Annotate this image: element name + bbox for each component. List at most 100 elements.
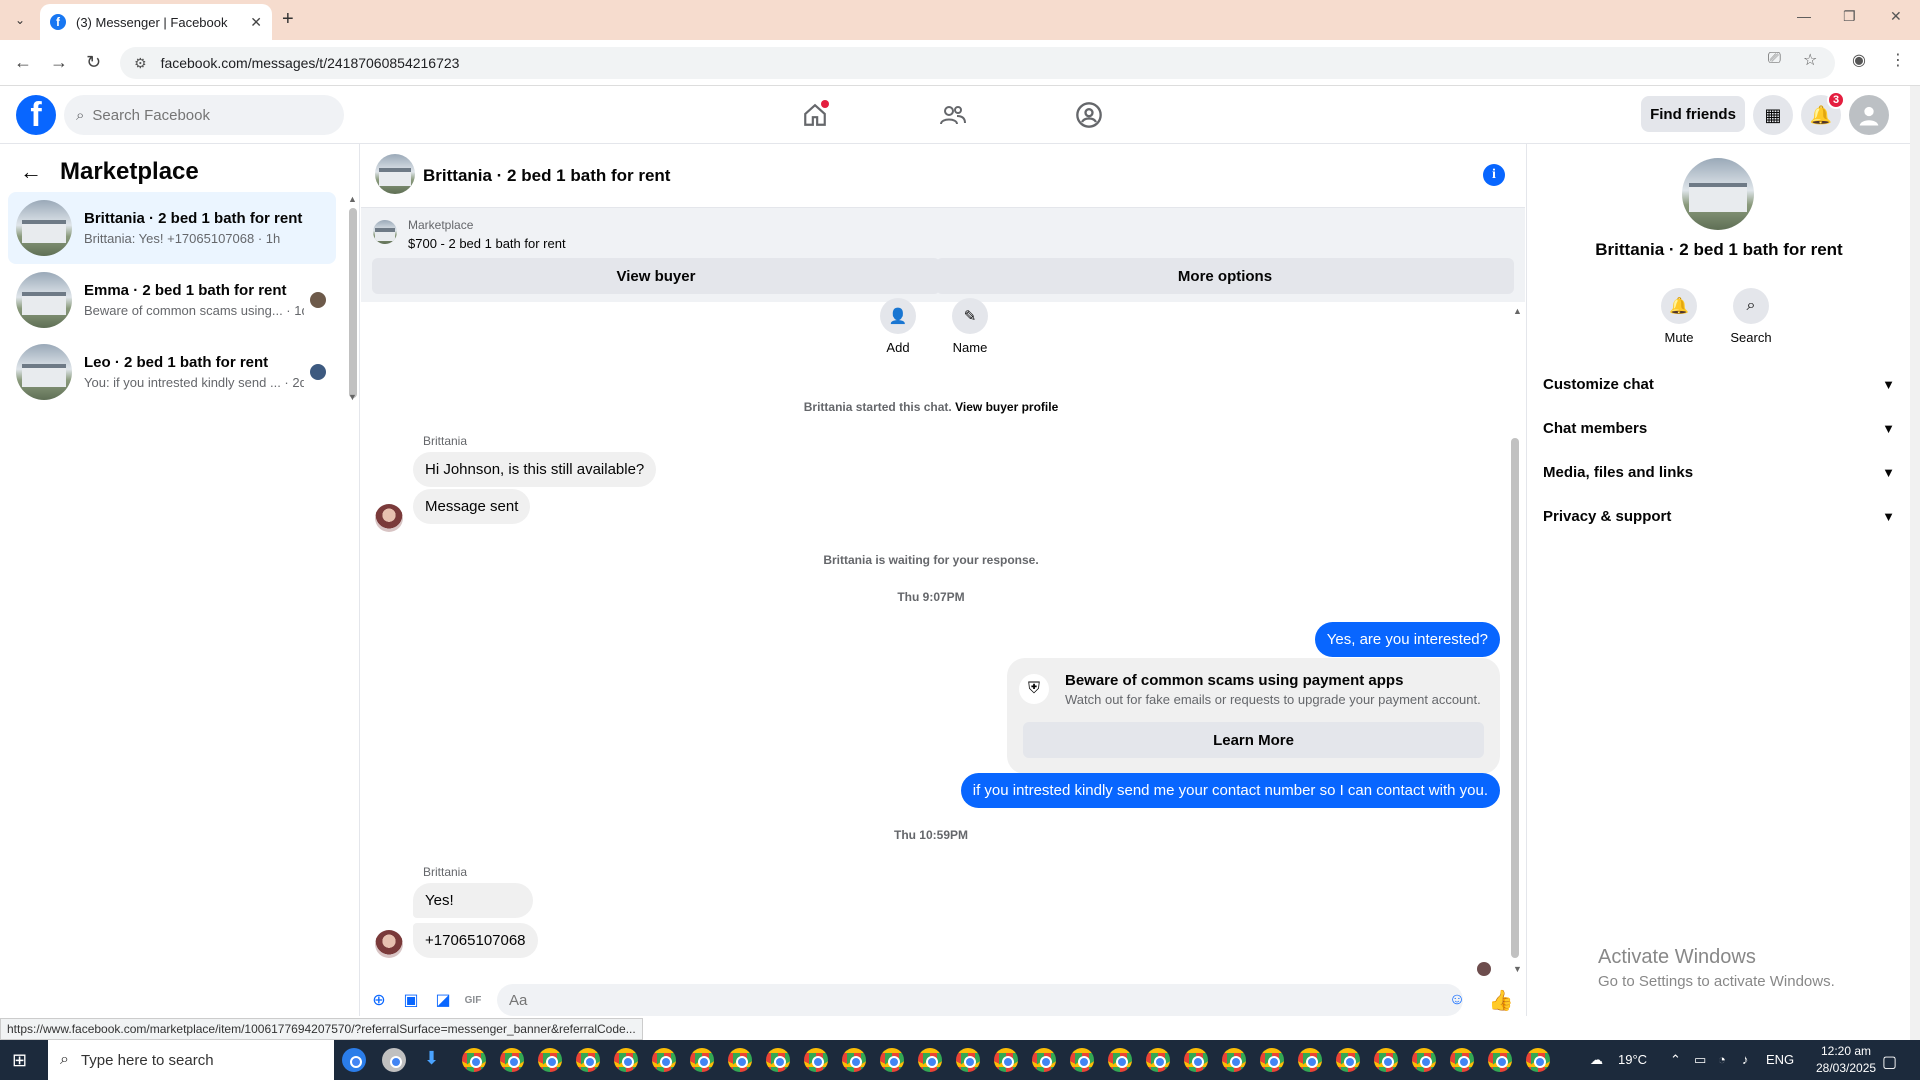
sender-avatar[interactable] [375,930,403,958]
windows-start-icon[interactable]: ⊞ [12,1050,27,1071]
profile-icon[interactable]: ◉ [1852,50,1866,70]
chrome-icon[interactable] [614,1048,638,1072]
gif-icon[interactable]: GIF [463,990,483,1010]
message-input[interactable] [497,984,1463,1016]
chrome-icon[interactable] [1222,1048,1246,1072]
edge-icon[interactable] [342,1048,366,1072]
chat-profile-image[interactable] [1682,158,1754,230]
chrome-icon[interactable] [500,1048,524,1072]
chrome-icon[interactable] [1184,1048,1208,1072]
conversation-item[interactable]: Brittania · 2 bed 1 bath for rent Britta… [8,192,336,264]
chrome-icon[interactable] [652,1048,676,1072]
back-arrow-icon[interactable]: ← [20,159,42,185]
learn-more-button[interactable]: Learn More [1023,722,1484,758]
chrome-icon[interactable] [1526,1048,1550,1072]
app-icon[interactable] [382,1048,406,1072]
incoming-message[interactable]: Yes! [413,883,533,918]
view-buyer-button[interactable]: View buyer [372,258,940,294]
sender-avatar[interactable] [375,504,403,532]
new-tab-icon[interactable]: + [282,8,294,31]
bookmark-star-icon[interactable]: ☆ [1803,50,1817,70]
chrome-icon[interactable] [1108,1048,1132,1072]
media-files-links-row[interactable]: Media, files and links ▼ [1543,452,1895,492]
incoming-message[interactable]: Hi Johnson, is this still available? [413,452,657,487]
chrome-icon[interactable] [1298,1048,1322,1072]
home-icon[interactable] [797,98,833,132]
weather-temp[interactable]: 19°C [1618,1052,1647,1067]
language-indicator[interactable]: ENG [1766,1052,1794,1067]
chrome-icon[interactable] [1412,1048,1436,1072]
facebook-search[interactable]: ⌕ [64,95,344,135]
chrome-icon[interactable] [1488,1048,1512,1072]
tray-overflow-icon[interactable]: ⌃ [1670,1052,1681,1068]
chrome-icon[interactable] [1032,1048,1056,1072]
find-friends-button[interactable]: Find friends [1641,96,1745,132]
chrome-icon[interactable] [462,1048,486,1072]
sidebar-scrollbar[interactable] [349,208,357,398]
banner-listing[interactable]: $700 - 2 bed 1 bath for rent [408,236,566,251]
chat-avatar[interactable] [375,154,415,194]
name-chat-button[interactable]: ✎ Name [940,298,1000,355]
chrome-icon[interactable] [538,1048,562,1072]
info-icon[interactable]: i [1483,164,1505,186]
chrome-icon[interactable] [1260,1048,1284,1072]
chrome-icon[interactable] [690,1048,714,1072]
sticker-icon[interactable]: ◪ [433,990,453,1010]
network-icon[interactable]: ▭ [1694,1052,1706,1068]
chrome-icon[interactable] [804,1048,828,1072]
chrome-icon[interactable] [956,1048,980,1072]
chat-scrollbar[interactable] [1511,438,1519,958]
chat-members-row[interactable]: Chat members ▼ [1543,408,1895,448]
plus-circle-icon[interactable]: ⊕ [369,990,389,1010]
incoming-message[interactable]: +17065107068 [413,923,538,958]
photo-icon[interactable]: ▣ [401,990,421,1010]
incoming-message[interactable]: Message sent [413,489,531,524]
install-app-icon[interactable]: ⎚ [1768,50,1781,68]
notification-center-icon[interactable]: ▢ [1882,1052,1897,1072]
chrome-icon[interactable] [728,1048,752,1072]
chrome-icon[interactable] [1146,1048,1170,1072]
thumbs-up-icon[interactable]: 👍 [1489,990,1514,1012]
emoji-icon[interactable]: ☺ [1447,990,1467,1010]
scroll-up-icon[interactable]: ▲ [348,194,357,204]
add-people-button[interactable]: 👤 Add [868,298,928,355]
taskbar-clock[interactable]: 12:20 am 28/03/2025 [1816,1043,1876,1077]
wifi-icon[interactable]: ◔ [1718,1052,1726,1067]
chat-scroll-up-icon[interactable]: ▲ [1513,306,1522,316]
facebook-search-input[interactable] [92,106,293,124]
minimize-icon[interactable]: — [1797,8,1811,24]
notifications-bell-icon[interactable]: 🔔 3 [1801,91,1845,135]
conversation-item[interactable]: Leo · 2 bed 1 bath for rent You: if you … [8,336,336,408]
chrome-icon[interactable] [842,1048,866,1072]
reload-icon[interactable]: ↻ [86,52,101,73]
page-scrollbar[interactable] [1910,86,1920,1040]
chat-scroll-down-icon[interactable]: ▼ [1513,964,1522,974]
mute-button[interactable]: 🔔 Mute [1649,288,1709,345]
forward-icon[interactable]: → [50,52,68,73]
more-options-button[interactable]: More options [936,258,1514,294]
friends-icon[interactable] [935,98,971,132]
browser-tab-messenger[interactable]: f (3) Messenger | Facebook ✕ [40,4,272,40]
tab-list-chevron-icon[interactable]: ⌄ [8,8,32,32]
groups-icon[interactable] [1071,98,1107,132]
download-icon[interactable]: ⬇ [424,1048,439,1069]
address-bar[interactable]: ⚙ facebook.com/messages/t/24187060854216… [120,47,1835,79]
scroll-down-icon[interactable]: ▼ [348,392,357,402]
weather-icon[interactable]: ☁ [1590,1052,1603,1068]
site-info-icon[interactable]: ⚙ [134,55,147,72]
privacy-support-row[interactable]: Privacy & support ▼ [1543,496,1895,536]
chrome-icon[interactable] [1070,1048,1094,1072]
chrome-icon[interactable] [576,1048,600,1072]
conversation-item[interactable]: Emma · 2 bed 1 bath for rent Beware of c… [8,264,336,336]
chrome-icon[interactable] [766,1048,790,1072]
view-buyer-profile-link[interactable]: View buyer profile [955,400,1058,414]
account-avatar[interactable] [1849,95,1889,135]
search-in-chat-button[interactable]: ⌕ Search [1721,288,1781,345]
outgoing-message[interactable]: if you intrested kindly send me your con… [960,773,1500,808]
menu-grid-icon[interactable]: ▦ [1753,95,1793,135]
chrome-icon[interactable] [1450,1048,1474,1072]
chrome-icon[interactable] [994,1048,1018,1072]
close-window-icon[interactable]: ✕ [1890,8,1902,25]
chrome-icon[interactable] [880,1048,904,1072]
volume-icon[interactable]: ♪ [1742,1052,1749,1067]
